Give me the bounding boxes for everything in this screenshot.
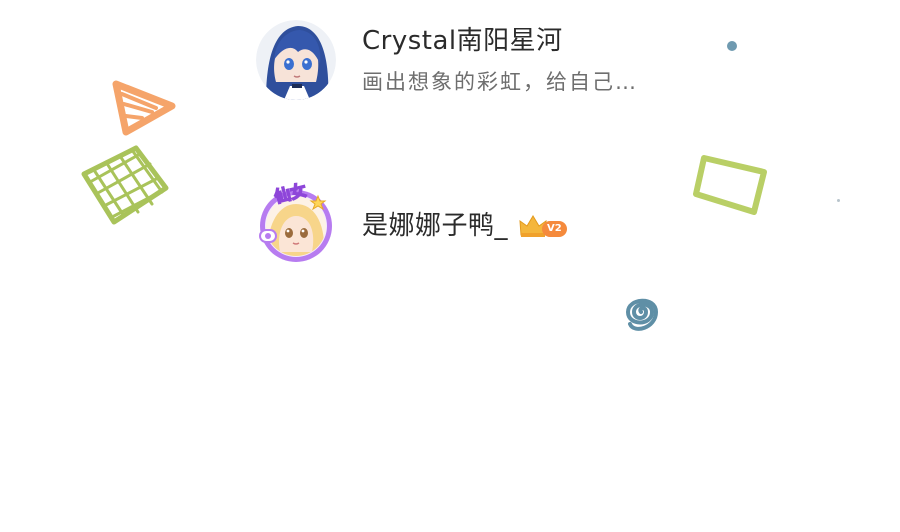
username[interactable]: Crystal南阳星河: [362, 24, 638, 58]
vip-badge: V2: [518, 213, 567, 239]
green-diamond-doodle-icon: [81, 145, 169, 225]
teal-spiral-doodle-icon: [625, 298, 659, 331]
anime-girl-blue-hair-avatar-icon: [256, 20, 336, 100]
green-square-doodle-icon: [693, 155, 767, 215]
username-line: 是娜娜子鸭_ V2: [362, 209, 567, 243]
user-list-item[interactable]: Crystal南阳星河 画出想象的彩虹，给自己…: [256, 20, 638, 100]
orange-triangle-doodle-icon: [112, 80, 176, 136]
user-avatar[interactable]: 仙女: [256, 180, 336, 266]
user-info: Crystal南阳星河 画出想象的彩虹，给自己…: [362, 24, 638, 96]
vip-level-label: V2: [542, 221, 567, 237]
user-list-screen: Crystal南阳星河 画出想象的彩虹，给自己… 仙女 是娜娜子鸭_ V2: [0, 0, 900, 532]
grey-dot-decoration: [837, 199, 840, 202]
user-bio: 画出想象的彩虹，给自己…: [362, 70, 638, 94]
user-avatar[interactable]: [256, 20, 336, 100]
user-info: 是娜娜子鸭_ V2: [362, 209, 567, 243]
username[interactable]: 是娜娜子鸭_: [362, 209, 508, 243]
blue-dot-decoration: [727, 41, 737, 51]
user-list-item[interactable]: 仙女 是娜娜子鸭_ V2: [256, 180, 567, 266]
